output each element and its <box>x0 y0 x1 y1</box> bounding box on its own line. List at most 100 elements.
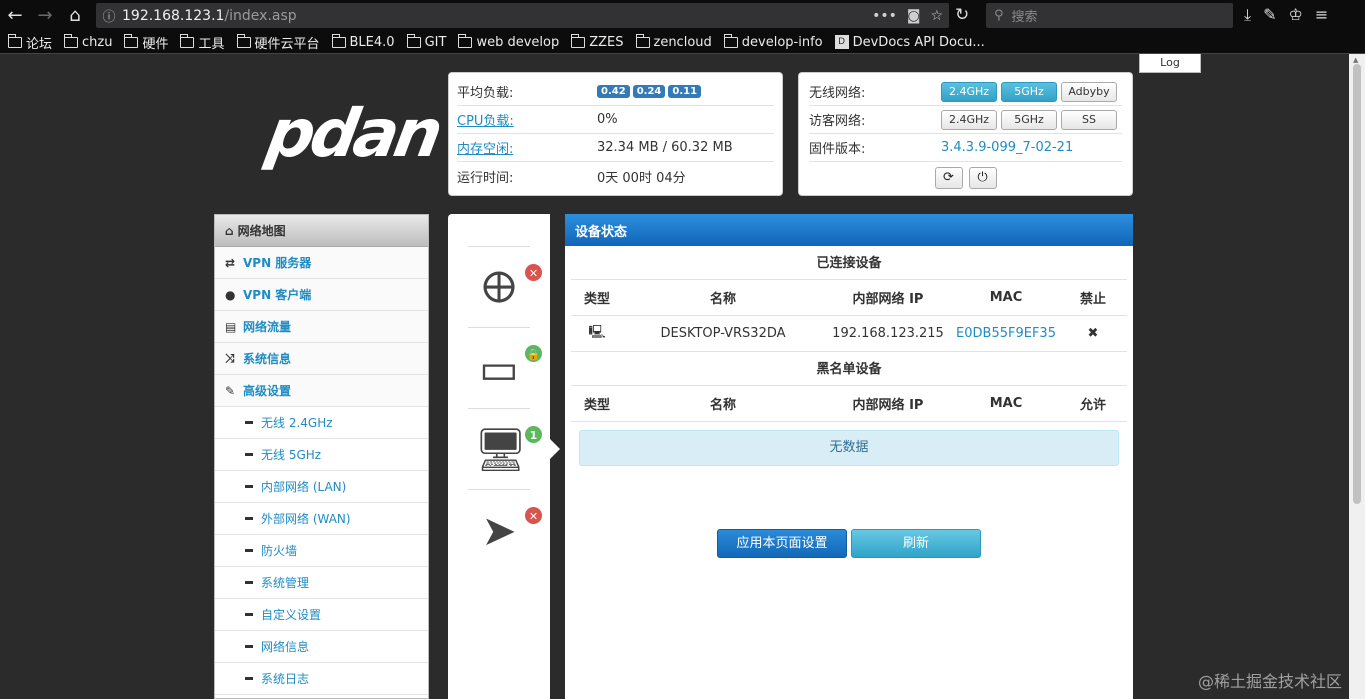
home-icon: ⌂ <box>225 223 234 238</box>
url-host: 192.168.123.1 <box>122 7 225 24</box>
table-row: 🖳 DESKTOP-VRS32DA 192.168.123.215 E0DB55… <box>571 316 1127 352</box>
menu-vpn-client[interactable]: ● VPN 客户端 <box>215 279 428 311</box>
refresh-icon[interactable]: ⟳ <box>934 167 963 189</box>
clients-node[interactable]: 🖥 1 <box>468 408 543 488</box>
folder-icon <box>635 33 650 48</box>
disconnected-icon: ✕ <box>524 263 543 282</box>
bookmark-item[interactable]: 论坛 <box>8 33 52 52</box>
dash-icon <box>245 453 253 456</box>
submenu-item[interactable]: 防火墙 <box>215 535 428 567</box>
router-node[interactable]: ▭ 🔒 <box>468 327 543 407</box>
dash-icon <box>245 581 253 584</box>
client-count-badge: 1 <box>524 425 543 444</box>
uptime-row: 运行时间: 0天 00时 04分 <box>457 162 774 190</box>
guest-24-toggle[interactable]: 2.4GHz <box>941 109 997 130</box>
bookmark-item[interactable]: D DevDocs API Docu... <box>834 35 985 50</box>
firmware-version[interactable]: 3.4.3.9-099_7-02-21 <box>941 140 1073 155</box>
device-ip: 192.168.123.215 <box>832 326 944 341</box>
home-icon[interactable]: ⌂ <box>60 0 90 31</box>
blacklist-table-header: 类型 名称 内部网络 IP MAC 允许 <box>571 386 1127 422</box>
side-menu: ⌂ 网络地图 ⇄ VPN 服务器 ● VPN 客户端 ▤ 网络流量 ⤨ 系统信息 ✎ 高级设… <box>214 214 429 699</box>
submenu-item[interactable]: 无线 5GHz <box>215 439 428 471</box>
connected-devices-title: 已连接设备 <box>571 246 1127 280</box>
download-icon[interactable]: ⤓ <box>1244 5 1251 25</box>
library-icon[interactable]: ♔ <box>1288 5 1302 25</box>
wifi-24-toggle[interactable]: 2.4GHz <box>941 81 997 102</box>
network-map-icons: 🜨 ✕ ▭ 🔒 🖥 1 ➤ ✕ <box>448 214 550 699</box>
scrollbar[interactable]: ▲ <box>1349 54 1365 699</box>
search-input[interactable]: ⚲ 搜索 <box>986 3 1233 28</box>
internet-globe-icon: 🜨 <box>481 263 517 312</box>
submenu-item[interactable]: 自定义设置 <box>215 599 428 631</box>
submenu-item[interactable]: 网络信息 <box>215 631 428 663</box>
bookmark-item[interactable]: GIT <box>406 33 446 50</box>
load-row: 平均负载: 0.42 0.24 0.11 <box>457 78 774 106</box>
ss-toggle[interactable]: SS <box>1061 109 1117 130</box>
submenu-item[interactable]: 内部网络 (LAN) <box>215 471 428 503</box>
memory-link[interactable]: 内存空闲: <box>457 138 597 157</box>
bookmark-item[interactable]: chzu <box>64 33 112 50</box>
forward-icon[interactable]: → <box>30 0 60 31</box>
bookmark-item[interactable]: 工具 <box>180 33 225 52</box>
bookmark-item[interactable]: 硬件 <box>124 33 168 52</box>
menu-system-info[interactable]: ⤨ 系统信息 <box>215 343 428 375</box>
internet-node[interactable]: 🜨 ✕ <box>468 246 543 326</box>
watermark: @稀土掘金技术社区 <box>1198 672 1343 691</box>
scrollbar-thumb[interactable] <box>1353 64 1361 504</box>
cpu-link[interactable]: CPU负载: <box>457 110 597 129</box>
bookmark-item[interactable]: 硬件云平台 <box>236 33 320 52</box>
url-path: /index.asp <box>224 7 297 24</box>
memory-row: 内存空闲: 32.34 MB / 60.32 MB <box>457 134 774 162</box>
submenu-item[interactable]: 系统日志 <box>215 663 428 695</box>
apply-button[interactable]: 应用本页面设置 <box>717 529 847 558</box>
folder-icon <box>64 33 79 48</box>
info-icon[interactable]: ⓘ <box>96 6 122 25</box>
bookmark-star-icon[interactable]: ☆ <box>930 8 943 24</box>
menu-icon[interactable]: ≡ <box>1315 5 1328 25</box>
refresh-button[interactable]: 刷新 <box>851 529 981 558</box>
page-actions-icon[interactable]: ••• <box>872 8 897 24</box>
menu-traffic[interactable]: ▤ 网络流量 <box>215 311 428 343</box>
submenu-item[interactable]: 无线 2.4GHz <box>215 407 428 439</box>
shuffle-icon: ⤨ <box>225 351 235 365</box>
submenu-item[interactable]: 系统管理 <box>215 567 428 599</box>
ban-icon[interactable]: ✖ <box>1059 326 1127 341</box>
pocket-icon[interactable]: ◙ <box>907 8 921 24</box>
cpu-value: 0% <box>597 112 618 127</box>
url-bar[interactable]: ⓘ 192.168.123.1/index.asp ••• ◙ ☆ <box>96 3 949 28</box>
folder-icon <box>723 33 738 48</box>
scroll-up-icon[interactable]: ▲ <box>1353 56 1358 64</box>
guest-5-toggle[interactable]: 5GHz <box>1001 109 1057 130</box>
device-mac[interactable]: E0DB55F9EF35 <box>953 326 1059 341</box>
bookmark-item[interactable]: ZZES <box>571 33 624 50</box>
bookmark-item[interactable]: zencloud <box>635 33 712 50</box>
load-badge-5: 0.24 <box>632 85 666 98</box>
lock-icon: 🔒 <box>524 344 543 363</box>
wifi-5-toggle[interactable]: 5GHz <box>1001 81 1057 102</box>
log-button[interactable]: Log <box>1139 54 1201 73</box>
folder-icon <box>571 33 586 48</box>
power-icon[interactable]: ⏻ <box>968 167 997 189</box>
bookmark-item[interactable]: web develop <box>458 33 559 50</box>
dash-icon <box>245 549 253 552</box>
dash-icon <box>245 485 253 488</box>
submenu-item[interactable]: 外部网络 (WAN) <box>215 503 428 535</box>
back-icon[interactable]: ← <box>0 0 30 31</box>
tools-icon[interactable]: ✎ <box>1263 5 1276 25</box>
menu-advanced[interactable]: ✎ 高级设置 <box>215 375 428 407</box>
paper-plane-icon: ➤ <box>481 506 517 555</box>
adbyby-toggle[interactable]: Adbyby <box>1061 81 1117 102</box>
guest-row: 访客网络: 2.4GHz 5GHz SS <box>809 106 1122 134</box>
retweet-icon: ⇄ <box>225 255 236 270</box>
menu-network-map[interactable]: ⌂ 网络地图 <box>215 215 428 247</box>
folder-icon <box>236 33 251 48</box>
usb-node[interactable]: ➤ ✕ <box>468 489 543 569</box>
device-status-panel: 设备状态 已连接设备 类型 名称 内部网络 IP MAC 禁止 🖳 DESKTO… <box>565 214 1133 699</box>
bookmark-item[interactable]: BLE4.0 <box>331 33 395 50</box>
system-status-panel: 平均负载: 0.42 0.24 0.11 CPU负载: 0% 内存空闲: 32.… <box>448 72 783 196</box>
list-icon: ▤ <box>225 319 237 334</box>
menu-vpn-server[interactable]: ⇄ VPN 服务器 <box>215 247 428 279</box>
bookmark-item[interactable]: develop-info <box>723 33 823 50</box>
bookmarks-bar: 论坛 chzu 硬件 工具 硬件云平台 BLE4.0 GIT web devel… <box>0 31 1365 54</box>
reload-icon[interactable]: ↻ <box>955 5 969 25</box>
